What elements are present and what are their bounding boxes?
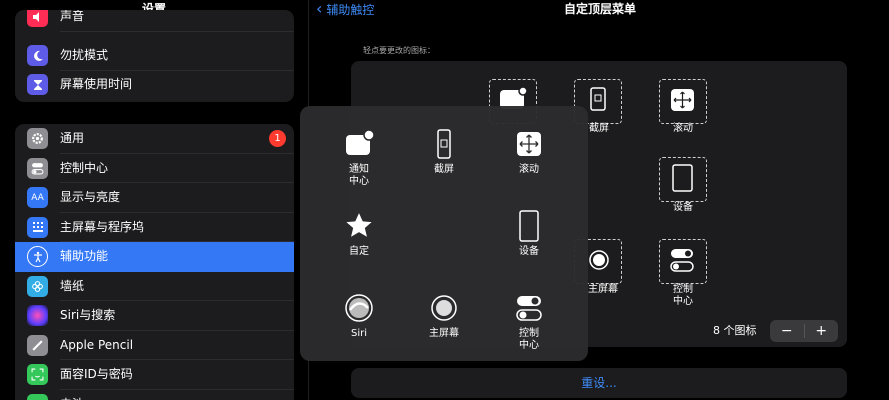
menu-item-control-center[interactable]: 控制 中心	[489, 292, 569, 352]
sidebar-item-general[interactable]: 通用 1	[15, 124, 294, 154]
sidebar-item-face-id[interactable]: 面容ID与密码	[15, 360, 294, 390]
slot-label: 控制 中心	[673, 284, 693, 307]
sidebar-item-label: 通用	[60, 131, 85, 145]
star-icon	[342, 210, 376, 242]
hourglass-icon	[27, 74, 48, 95]
sidebar-item-label: 屏幕使用时间	[60, 77, 133, 91]
settings-group-2: 通用 1 控制中心 AA 显示与亮度 主屏幕与程序坞 辅助功能 墙纸 Siri与…	[15, 124, 294, 400]
face-id-icon	[27, 364, 48, 385]
sidebar-item-label: 显示与亮度	[60, 190, 121, 204]
flower-icon	[27, 275, 48, 297]
screenshot-icon	[427, 128, 461, 160]
speaker-icon	[27, 10, 48, 27]
sidebar-item-label: 控制中心	[60, 160, 109, 175]
sidebar-item-label: Apple Pencil	[60, 337, 134, 352]
sidebar-item-label: 电池	[60, 390, 84, 400]
device-icon	[512, 210, 546, 242]
back-label: 辅助触控	[326, 2, 375, 17]
menu-item-siri[interactable]: Siri	[319, 292, 399, 340]
icon-count-label: 8 个图标	[713, 324, 757, 337]
menu-item-device[interactable]: 设备	[489, 210, 569, 258]
siri-icon	[342, 292, 376, 324]
settings-group-1: 声音 勿扰模式 屏幕使用时间	[15, 10, 294, 102]
back-button[interactable]: ‹ 辅助触控	[316, 0, 374, 18]
sidebar-item-sound[interactable]: 声音	[15, 10, 294, 32]
grid-icon	[27, 216, 48, 238]
sidebar-item-label: 勿扰模式	[60, 48, 109, 62]
menu-item-scroll[interactable]: 滚动	[489, 128, 569, 176]
accessibility-icon	[27, 246, 48, 267]
aa-icon: AA	[27, 187, 48, 208]
notification-icon	[342, 128, 376, 160]
sidebar-item-siri[interactable]: Siri与搜索	[15, 301, 294, 331]
sidebar-item-battery[interactable]: 电池	[15, 390, 294, 400]
battery-icon	[27, 393, 48, 400]
icon-count-stepper: − +	[770, 320, 838, 342]
sidebar-item-label: 主屏幕与程序坞	[60, 219, 145, 234]
slot-control-center[interactable]	[659, 239, 707, 284]
toggle-icon	[512, 292, 546, 324]
moon-icon	[27, 45, 48, 66]
sidebar-item-label: 声音	[60, 10, 85, 23]
sidebar-item-do-not-disturb[interactable]: 勿扰模式	[15, 41, 294, 71]
sidebar-item-label: 面容ID与密码	[60, 367, 133, 381]
sidebar-item-screen-time[interactable]: 屏幕使用时间	[15, 70, 294, 100]
menu-item-custom[interactable]: 自定	[319, 210, 399, 258]
settings-pane: 设置 声音 勿扰模式 屏幕使用时间 通用 1 控制中心 AA 显示与亮度 主屏幕…	[0, 0, 308, 400]
scroll-arrows-icon	[512, 128, 546, 160]
sidebar-item-label: Siri与搜索	[60, 308, 116, 322]
sidebar-item-home-screen[interactable]: 主屏幕与程序坞	[15, 213, 294, 242]
notification-badge: 1	[269, 130, 286, 147]
hint-text: 轻点要更改的图标：	[363, 46, 435, 55]
sidebar-item-apple-pencil[interactable]: Apple Pencil	[15, 331, 294, 360]
slot-device[interactable]	[659, 157, 707, 202]
sidebar-item-accessibility[interactable]: 辅助功能	[15, 242, 294, 272]
page-title: 自定顶层菜单	[563, 2, 636, 16]
reset-button[interactable]: 重设...	[351, 368, 847, 398]
home-button-icon	[427, 292, 461, 324]
chevron-left-icon: ‹	[316, 0, 323, 18]
sidebar-item-control-center[interactable]: 控制中心	[15, 154, 294, 183]
sidebar-item-label: 辅助功能	[60, 249, 109, 263]
menu-item-screenshot[interactable]: 截屏	[404, 128, 484, 176]
sidebar-item-label: 墙纸	[60, 278, 85, 293]
sidebar-item-wallpaper[interactable]: 墙纸	[15, 272, 294, 301]
slot-scroll[interactable]	[659, 79, 707, 124]
assistive-touch-menu: 通知 中心 截屏 滚动 自定 设备 Siri 主屏幕 控制 中心	[300, 106, 588, 361]
gear-icon	[27, 128, 48, 149]
sidebar-item-display[interactable]: AA 显示与亮度	[15, 183, 294, 213]
slot-label: 滚动	[673, 123, 693, 134]
menu-item-home[interactable]: 主屏幕	[404, 292, 484, 340]
pencil-icon	[27, 334, 48, 356]
increment-button[interactable]: +	[805, 320, 839, 342]
slot-label: 设备	[673, 202, 693, 213]
decrement-button[interactable]: −	[770, 320, 804, 342]
toggle-icon	[27, 157, 48, 179]
siri-icon	[27, 305, 48, 326]
menu-item-notification-center[interactable]: 通知 中心	[319, 128, 399, 188]
